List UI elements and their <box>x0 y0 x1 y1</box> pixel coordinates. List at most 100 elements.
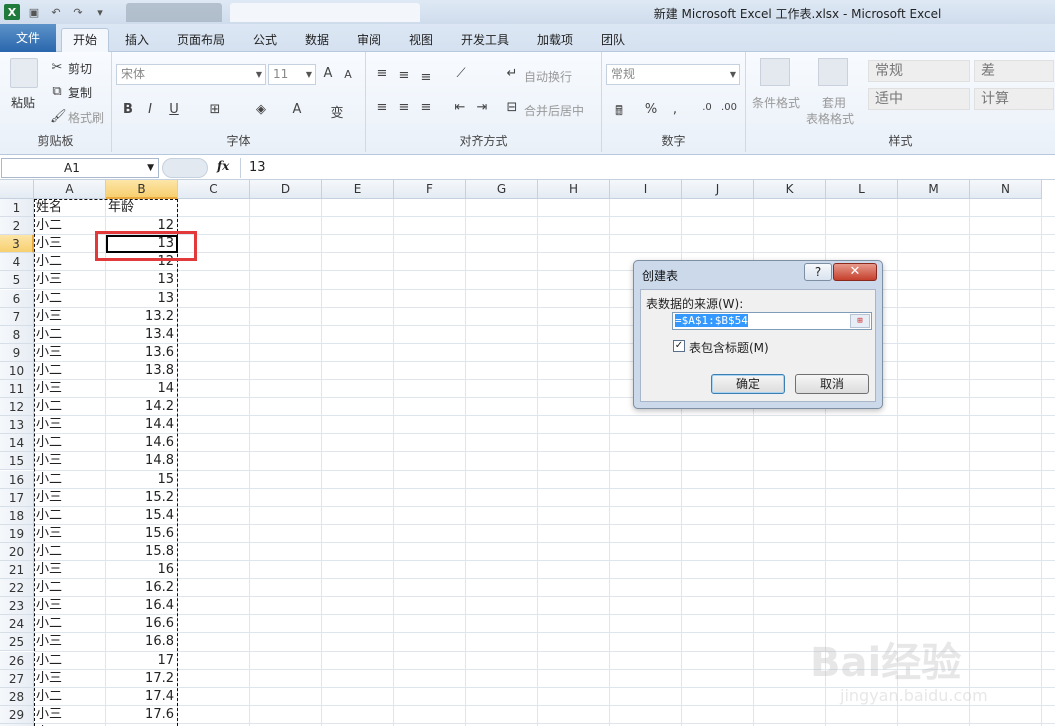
cell-a[interactable]: 小三 <box>36 380 62 398</box>
tab-developer[interactable]: 开发工具 <box>454 29 516 51</box>
cell-a[interactable]: 小二 <box>36 398 62 416</box>
style-calculation[interactable]: 计算 <box>974 88 1054 110</box>
wrap-text-button[interactable]: 自动换行 <box>524 68 572 85</box>
row-header[interactable]: 9 <box>0 343 34 362</box>
cell-a[interactable]: 小二 <box>36 543 62 561</box>
number-format-dropdown[interactable]: 常规 ▼ <box>606 64 740 85</box>
accounting-format-icon[interactable]: 🖩 <box>610 102 628 124</box>
underline-icon[interactable]: U <box>166 102 182 117</box>
format-as-table-icon[interactable] <box>818 58 848 86</box>
name-box[interactable]: A1 ▼ <box>1 158 159 178</box>
row-header[interactable]: 1 <box>0 199 34 217</box>
has-headers-label[interactable]: 表包含标题(M) <box>689 339 769 356</box>
cell-b[interactable]: 15 <box>106 471 176 489</box>
increase-decimal-icon[interactable]: .0 <box>698 102 716 113</box>
grow-font-icon[interactable]: A <box>320 66 336 81</box>
select-all-corner[interactable] <box>0 180 34 199</box>
format-as-table-button-line2[interactable]: 表格格式 <box>806 110 854 127</box>
cell-a[interactable]: 小三 <box>36 235 62 253</box>
has-headers-checkbox[interactable]: ✓ <box>673 340 685 352</box>
decrease-indent-icon[interactable]: ⇤ <box>452 100 468 115</box>
cell-b[interactable]: 14.2 <box>106 398 176 416</box>
tab-review[interactable]: 审阅 <box>350 29 388 51</box>
cell-a[interactable]: 小二 <box>36 290 62 308</box>
align-middle-icon[interactable]: ≡ <box>396 68 412 83</box>
cut-icon[interactable]: ✂ <box>50 60 64 75</box>
cell-a[interactable]: 小三 <box>36 525 62 543</box>
tab-insert[interactable]: 插入 <box>118 29 156 51</box>
row-header[interactable]: 3 <box>0 235 34 254</box>
row-header[interactable]: 15 <box>0 452 34 471</box>
conditional-format-button[interactable]: 条件格式 <box>752 94 800 111</box>
align-left-icon[interactable]: ≡ <box>374 100 390 115</box>
cell-b[interactable]: 15.2 <box>106 489 176 507</box>
cell-b[interactable]: 15.4 <box>106 507 176 525</box>
percent-icon[interactable]: % <box>642 102 660 117</box>
wrap-text-icon[interactable]: ↵ <box>504 66 520 81</box>
column-header[interactable]: F <box>394 180 466 199</box>
decrease-decimal-icon[interactable]: .00 <box>720 102 738 113</box>
cell-b[interactable]: 13 <box>106 271 176 289</box>
cell-a[interactable]: 小三 <box>36 489 62 507</box>
cell-b[interactable]: 13.8 <box>106 362 176 380</box>
cut-button[interactable]: 剪切 <box>68 60 92 77</box>
align-bottom-icon[interactable]: ≡ <box>418 70 434 85</box>
merge-center-button[interactable]: 合并后居中 <box>524 102 584 119</box>
cell-b[interactable]: 17.2 <box>106 670 176 688</box>
shrink-font-icon[interactable]: A <box>340 68 356 81</box>
cell-a[interactable]: 小三 <box>36 416 62 434</box>
row-header[interactable]: 7 <box>0 307 34 326</box>
style-bad[interactable]: 差 <box>974 60 1054 82</box>
cell-b[interactable]: 16.4 <box>106 597 176 615</box>
cell-a[interactable]: 小三 <box>36 344 62 362</box>
column-header[interactable]: E <box>322 180 394 199</box>
row-header[interactable]: 16 <box>0 470 34 489</box>
row-header[interactable]: 26 <box>0 651 34 670</box>
column-header[interactable]: A <box>34 180 106 199</box>
cell-b[interactable]: 17.4 <box>106 688 176 706</box>
cell-a[interactable]: 小二 <box>36 471 62 489</box>
style-normal[interactable]: 常规 <box>868 60 970 82</box>
cell-b[interactable]: 13 <box>106 290 176 308</box>
row-header[interactable]: 10 <box>0 361 34 380</box>
cell-a[interactable]: 小三 <box>36 670 62 688</box>
cell-a[interactable]: 小三 <box>36 597 62 615</box>
format-as-table-button[interactable]: 套用 <box>822 94 846 111</box>
row-header[interactable]: 19 <box>0 524 34 543</box>
copy-icon[interactable]: ⧉ <box>50 84 64 99</box>
column-header[interactable]: C <box>178 180 250 199</box>
copy-button[interactable]: 复制 <box>68 84 92 101</box>
cell-b[interactable]: 13.6 <box>106 344 176 362</box>
increase-indent-icon[interactable]: ⇥ <box>474 100 490 115</box>
tab-team[interactable]: 团队 <box>594 29 632 51</box>
cell-a[interactable]: 小二 <box>36 326 62 344</box>
row-header[interactable]: 20 <box>0 542 34 561</box>
column-header[interactable]: G <box>466 180 538 199</box>
comma-style-icon[interactable]: , <box>668 102 682 117</box>
tab-home[interactable]: 开始 <box>61 28 109 52</box>
ok-button[interactable]: 确定 <box>711 374 785 394</box>
cell-b[interactable]: 14.6 <box>106 434 176 452</box>
cell-a[interactable]: 小二 <box>36 362 62 380</box>
align-center-icon[interactable]: ≡ <box>396 100 412 115</box>
column-header[interactable]: H <box>538 180 610 199</box>
cell-a[interactable]: 小三 <box>36 452 62 470</box>
paste-icon[interactable] <box>10 58 38 88</box>
row-header[interactable]: 2 <box>0 217 34 236</box>
bold-icon[interactable]: B <box>120 102 136 117</box>
cell-b[interactable]: 16 <box>106 561 176 579</box>
row-header[interactable]: 4 <box>0 253 34 272</box>
cell-a[interactable]: 小二 <box>36 579 62 597</box>
tab-formulas[interactable]: 公式 <box>246 29 284 51</box>
font-size-dropdown[interactable]: 11 ▼ <box>268 64 316 85</box>
cell-a[interactable]: 小三 <box>36 308 62 326</box>
cell-b[interactable]: 15.6 <box>106 525 176 543</box>
font-color-icon[interactable]: A <box>288 102 306 117</box>
column-header[interactable]: K <box>754 180 826 199</box>
cell-a[interactable]: 小三 <box>36 271 62 289</box>
cell-b[interactable]: 15.8 <box>106 543 176 561</box>
cell-b[interactable]: 16.6 <box>106 615 176 633</box>
row-header[interactable]: 12 <box>0 398 34 417</box>
row-header[interactable]: 13 <box>0 416 34 435</box>
row-header[interactable]: 18 <box>0 506 34 525</box>
